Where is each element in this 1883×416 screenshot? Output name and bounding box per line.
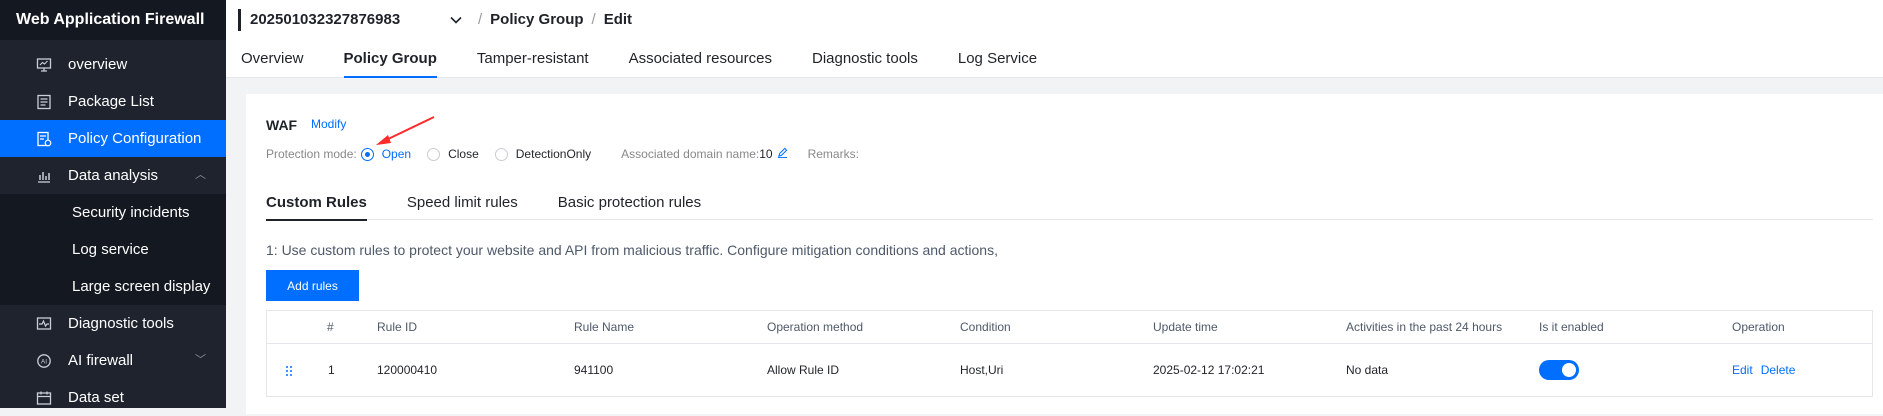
monitor-icon (36, 58, 52, 72)
col-update-time: Update time (1153, 320, 1218, 334)
row-rule-name: 941100 (574, 363, 614, 377)
sidebar-item-label: Data set (68, 389, 124, 406)
sidebar-item-label: Package List (68, 93, 154, 110)
col-activities: Activities in the past 24 hours (1346, 320, 1503, 334)
main-tabs: Overview Policy Group Tamper-resistant A… (226, 50, 1062, 78)
breadcrumb-accent (238, 9, 241, 31)
sidebar-item-policy-configuration[interactable]: Policy Configuration (0, 120, 226, 157)
tab-tamper-resistant[interactable]: Tamper-resistant (477, 50, 589, 78)
tab-basic-protection-rules[interactable]: Basic protection rules (558, 194, 701, 220)
sidebar-item-security-incidents[interactable]: Security incidents (0, 194, 226, 231)
row-number: 1 (328, 363, 335, 377)
rules-table: # Rule ID Rule Name Operation method Con… (266, 310, 1873, 397)
row-update-time: 2025-02-12 17:02:21 (1153, 363, 1265, 377)
tab-custom-rules[interactable]: Custom Rules (266, 194, 367, 221)
col-number: # (327, 320, 334, 334)
col-condition: Condition (960, 320, 1011, 334)
waf-title: WAF (266, 117, 298, 133)
option-open-label[interactable]: Open (382, 147, 411, 161)
tab-overview[interactable]: Overview (241, 50, 304, 78)
row-rule-id: 120000410 (377, 363, 438, 377)
breadcrumb-edit: Edit (603, 11, 633, 28)
associated-domain-label: Associated domain name: (621, 147, 760, 161)
col-operation: Operation (1732, 320, 1785, 334)
sidebar-item-overview[interactable]: overview (0, 46, 226, 83)
annotation-arrow (376, 116, 435, 145)
col-operation-method: Operation method (767, 320, 864, 334)
sidebar-item-diagnostic-tools[interactable]: Diagnostic tools (0, 305, 226, 342)
chevron-down-icon: ﹀ (195, 354, 206, 366)
breadcrumb: 202501032327876983 / Policy Group / Edit (238, 8, 632, 32)
radio-close[interactable] (427, 147, 441, 161)
table-header: # Rule ID Rule Name Operation method Con… (267, 311, 1872, 344)
chart-icon (38, 172, 50, 183)
sidebar-item-data-analysis[interactable]: Data analysis ︿ (0, 157, 226, 194)
edit-pencil-icon[interactable] (777, 147, 788, 161)
chevron-up-icon: ︿ (195, 169, 206, 181)
radio-detection-only[interactable] (494, 147, 508, 161)
sidebar-item-ai-firewall[interactable]: AI AI firewall ﹀ (0, 342, 226, 379)
row-condition: Host,Uri (960, 363, 1004, 377)
enabled-toggle[interactable] (1539, 360, 1579, 380)
sidebar-item-label: Security incidents (72, 204, 190, 221)
delete-link[interactable]: Delete (1761, 363, 1796, 377)
protection-mode: Protection mode: Open Close DetectionOnl… (266, 147, 859, 161)
sidebar-item-log-service[interactable]: Log service (0, 231, 226, 268)
row-activities: No data (1346, 363, 1389, 377)
sidebar-item-label: overview (68, 56, 128, 73)
policy-icon (37, 131, 52, 147)
col-enabled: Is it enabled (1539, 320, 1604, 334)
row-operations: Edit Delete (1732, 344, 1803, 396)
col-rule-id: Rule ID (377, 320, 418, 334)
col-rule-name: Rule Name (574, 320, 635, 334)
tab-associated-resources[interactable]: Associated resources (629, 50, 772, 78)
chevron-down-icon[interactable] (450, 8, 470, 32)
sidebar-item-label: Policy Configuration (68, 130, 202, 147)
sidebar-item-label: Log service (72, 241, 149, 258)
sidebar-item-label: AI firewall (68, 352, 134, 369)
table-row: 1 120000410 941100 Allow Rule ID Host,Ur… (267, 344, 1872, 396)
tab-diagnostic-tools[interactable]: Diagnostic tools (812, 50, 918, 78)
sidebar-submenu: Security incidents Log service Large scr… (0, 194, 226, 305)
instance-selector[interactable]: 202501032327876983 (250, 8, 450, 32)
rule-tabs: Custom Rules Speed limit rules Basic pro… (266, 194, 1873, 221)
tab-speed-limit-rules[interactable]: Speed limit rules (407, 194, 518, 220)
sidebar-item-label: Diagnostic tools (68, 315, 174, 332)
radio-open[interactable] (360, 147, 374, 161)
top-bar: 202501032327876983 / Policy Group / Edit… (226, 0, 1883, 78)
associated-domain: Associated domain name:10 (621, 147, 772, 161)
option-detection-only-label[interactable]: DetectionOnly (516, 147, 591, 161)
breadcrumb-separator: / (591, 11, 596, 28)
option-close-label[interactable]: Close (448, 147, 479, 161)
protection-mode-label: Protection mode: (266, 147, 357, 161)
product-title: Web Application Firewall (0, 0, 226, 40)
svg-text:AI: AI (41, 359, 47, 366)
sidebar-item-data-set[interactable]: Data set (0, 379, 226, 416)
sidebar-item-package-list[interactable]: Package List (0, 83, 226, 120)
tab-policy-group[interactable]: Policy Group (343, 50, 438, 78)
breadcrumb-separator: / (478, 11, 483, 28)
drag-handle-icon[interactable] (285, 344, 293, 396)
tab-log-service[interactable]: Log Service (958, 50, 1037, 78)
policy-card: WAF Modify Protection mode: Open Close D… (246, 94, 1883, 414)
remarks-label: Remarks: (807, 147, 859, 161)
list-icon (37, 94, 51, 110)
ai-icon: AI (37, 354, 51, 368)
custom-rules-description: 1: Use custom rules to protect your webs… (266, 242, 998, 258)
sidebar: Web Application Firewall overview Packag… (0, 0, 226, 408)
sidebar-item-label: Large screen display (72, 278, 211, 295)
breadcrumb-policy-group[interactable]: Policy Group (490, 8, 583, 32)
sidebar-item-large-screen-display[interactable]: Large screen display (0, 268, 226, 305)
calendar-icon (36, 391, 52, 405)
modify-link[interactable]: Modify (311, 117, 346, 131)
associated-domain-count: 10 (759, 147, 773, 161)
diagnostic-icon (36, 317, 52, 330)
edit-link[interactable]: Edit (1732, 363, 1753, 377)
sidebar-item-label: Data analysis (68, 167, 159, 184)
row-operation-method: Allow Rule ID (767, 363, 840, 377)
add-rules-button[interactable]: Add rules (266, 270, 359, 301)
